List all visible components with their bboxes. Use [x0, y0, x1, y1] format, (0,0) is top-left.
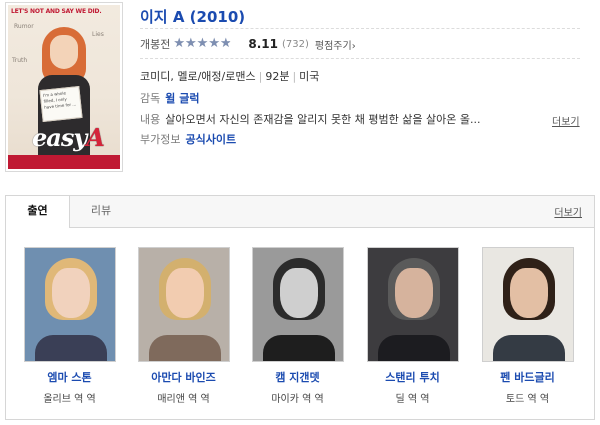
- tab-review[interactable]: 리뷰: [70, 196, 132, 227]
- director-line: 감독 윌 글럭: [140, 90, 199, 106]
- poster-doodle: Lies: [92, 31, 104, 38]
- genre: 코미디, 멜로/애정/로맨스: [140, 70, 256, 83]
- poster-tagline: LET'S NOT AND SAY WE DID.: [11, 8, 102, 15]
- chevron-right-icon: ›: [351, 40, 356, 52]
- movie-title[interactable]: 이지 A (2010): [140, 6, 245, 27]
- cast-panel: 출연 리뷰 더보기 엠마 스톤 올리브 역 역 아만다 바인즈 매리앤 역 역 …: [5, 195, 595, 420]
- movie-poster-frame[interactable]: LET'S NOT AND SAY WE DID. Rumor Lies Tru…: [5, 2, 123, 172]
- cast-item[interactable]: 캠 지갠뎃 마이카 역 역: [250, 247, 345, 405]
- country: 미국: [299, 70, 320, 83]
- poster-logo: easyA: [32, 123, 105, 152]
- rate-movie-label[interactable]: 평점주기: [315, 41, 352, 52]
- plot-more-link[interactable]: 더보기: [552, 113, 580, 128]
- poster-doodle: Truth: [12, 57, 28, 64]
- tab-cast[interactable]: 출연: [6, 196, 70, 228]
- poster-logo-accent: A: [86, 123, 105, 152]
- actor-name[interactable]: 캠 지갠뎃: [250, 369, 345, 385]
- actor-role: 마이카 역 역: [271, 394, 324, 405]
- cast-item[interactable]: 스탠리 투치 딜 역 역: [365, 247, 460, 405]
- actor-role: 올리브 역 역: [43, 394, 96, 405]
- actor-photo[interactable]: [481, 247, 574, 362]
- star-rating-filled-icon: ★★★★★: [173, 36, 231, 51]
- plot-summary: 살아오면서 자신의 존재감을 알리지 못한 채 평범한 삶을 살아온 올...: [165, 113, 481, 126]
- movie-year: (2010): [189, 8, 246, 26]
- cast-item[interactable]: 펜 바드글리 토드 역 역: [480, 247, 575, 405]
- release-status: 개봉전: [140, 38, 171, 51]
- actor-photo[interactable]: [23, 247, 116, 362]
- extra-info-label: 부가정보: [140, 133, 181, 146]
- plot-line: 내용 살아오면서 자신의 존재감을 알리지 못한 채 평범한 삶을 살아온 올..…: [140, 111, 480, 127]
- divider: [140, 28, 580, 29]
- rate-movie-link[interactable]: 평점주기›: [315, 37, 356, 52]
- actor-photo[interactable]: [251, 247, 344, 362]
- poster-doodle: Rumor: [14, 23, 34, 30]
- poster-logo-main: easy: [32, 123, 87, 152]
- rating-score: 8.11: [248, 37, 278, 51]
- actor-photo[interactable]: [366, 247, 459, 362]
- movie-title-text[interactable]: 이지 A: [140, 8, 184, 26]
- extra-info-line: 부가정보 공식사이트: [140, 131, 236, 147]
- rating-count: (732): [281, 38, 309, 50]
- director-link[interactable]: 윌 글럭: [165, 92, 199, 105]
- rating-row: 개봉전 ★★★★★ ★★★★★ 8.11 (732) 평점주기›: [140, 35, 356, 53]
- actor-role: 토드 역 역: [505, 394, 550, 405]
- actor-role: 딜 역 역: [395, 394, 430, 405]
- cast-more-link[interactable]: 더보기: [554, 204, 582, 219]
- star-rating: ★★★★★ ★★★★★: [173, 36, 243, 51]
- actor-name[interactable]: 스탠리 투치: [365, 369, 460, 385]
- separator: |: [292, 70, 297, 83]
- poster-sign: I'm a whole filled, I only have time for…: [39, 85, 83, 123]
- actor-name[interactable]: 엠마 스톤: [22, 369, 117, 385]
- divider: [140, 58, 580, 59]
- cast-item[interactable]: 엠마 스톤 올리브 역 역: [22, 247, 117, 405]
- poster-bottom-band: [8, 155, 120, 169]
- separator: |: [258, 70, 263, 83]
- genre-line: 코미디, 멜로/애정/로맨스 | 92분 | 미국: [140, 68, 319, 84]
- poster-figure-face: [50, 35, 78, 69]
- director-label: 감독: [140, 92, 161, 105]
- plot-label: 내용: [140, 113, 161, 126]
- actor-photo[interactable]: [137, 247, 230, 362]
- movie-poster[interactable]: LET'S NOT AND SAY WE DID. Rumor Lies Tru…: [8, 5, 120, 169]
- actor-role: 매리앤 역 역: [157, 394, 210, 405]
- actor-name[interactable]: 아만다 바인즈: [136, 369, 231, 385]
- tab-bar: 출연 리뷰 더보기: [6, 196, 594, 228]
- actor-name[interactable]: 펜 바드글리: [480, 369, 575, 385]
- official-site-link[interactable]: 공식사이트: [185, 133, 236, 146]
- runtime: 92분: [265, 70, 290, 83]
- cast-item[interactable]: 아만다 바인즈 매리앤 역 역: [136, 247, 231, 405]
